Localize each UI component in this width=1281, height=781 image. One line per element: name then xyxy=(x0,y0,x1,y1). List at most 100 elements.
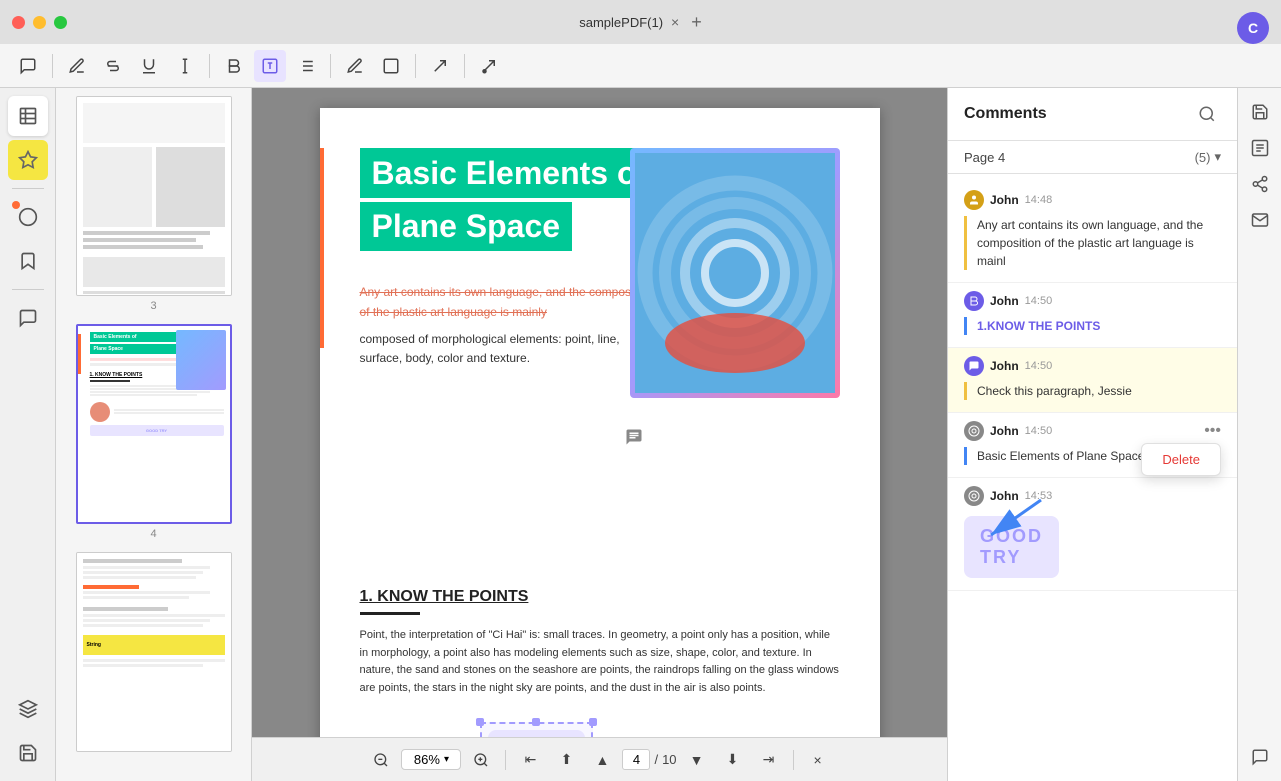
strikethrough-tool-button[interactable] xyxy=(97,50,129,82)
rectangle-tool-button[interactable] xyxy=(375,50,407,82)
expand-icon[interactable]: ▾ xyxy=(1214,149,1221,165)
comment-1-time: 14:48 xyxy=(1025,194,1053,206)
zoom-in-button[interactable] xyxy=(465,744,497,776)
text-bold-tool-button[interactable] xyxy=(218,50,250,82)
sidebar-pages-icon[interactable] xyxy=(8,96,48,136)
thumbnail-frame-3[interactable] xyxy=(76,96,232,296)
thumbnail-panel: 3 Basic Elements of Plane Space 1. KNOW … xyxy=(56,88,252,781)
underline-tool-button[interactable] xyxy=(133,50,165,82)
toolbar-separator-4 xyxy=(415,54,416,78)
nav-prev-big-button[interactable]: ⬆ xyxy=(550,744,582,776)
pdf-title-line1: Basic Elements of xyxy=(360,148,660,198)
page-current-input[interactable] xyxy=(622,749,650,770)
thumbnail-item-4[interactable]: Basic Elements of Plane Space 1. KNOW TH… xyxy=(76,324,232,540)
page-display: / 10 xyxy=(622,749,676,770)
thumbnail-frame-5[interactable]: String xyxy=(76,552,232,752)
sidebar-dot-icon[interactable] xyxy=(8,197,48,237)
toolbar-separator-5 xyxy=(464,54,465,78)
zoom-out-button[interactable] xyxy=(365,744,397,776)
comments-page-info: Page 4 (5) ▾ xyxy=(948,141,1237,174)
pdf-view: Basic Elements of Plane Space xyxy=(252,88,947,781)
tab-close-button[interactable]: × xyxy=(671,14,679,30)
bottom-toolbar: 86% ▾ ⇤ ⬆ ▲ / xyxy=(252,737,947,781)
save-doc-icon[interactable] xyxy=(1244,96,1276,128)
left-sidebar xyxy=(0,88,56,781)
comment-more-button[interactable]: ••• xyxy=(1204,422,1221,440)
comment-2-author: John xyxy=(990,294,1019,308)
comment-5-sticker: GOODTRY xyxy=(964,516,1059,578)
comment-2-time: 14:50 xyxy=(1025,295,1053,307)
nav-next-big-button[interactable]: ⬇ xyxy=(717,744,749,776)
user-avatar[interactable]: C xyxy=(1237,12,1269,44)
zoom-value-display[interactable]: 86% ▾ xyxy=(401,749,461,770)
sidebar-comment-icon[interactable] xyxy=(8,298,48,338)
right-panel: Comments Page 4 (5) ▾ xyxy=(947,88,1237,781)
sidebar-layers-icon[interactable] xyxy=(8,689,48,729)
email-icon[interactable] xyxy=(1244,204,1276,236)
sidebar-bookmark-icon[interactable] xyxy=(8,241,48,281)
arrow-tool-button[interactable] xyxy=(424,50,456,82)
comment-item-3: John 14:50 Check this paragraph, Jessie xyxy=(948,348,1237,413)
comment-3-author: John xyxy=(990,359,1019,373)
sidebar-highlight-icon[interactable] xyxy=(8,140,48,180)
pdf-hero-image xyxy=(630,148,840,398)
pdf-section1-title: 1. KNOW THE POINTS xyxy=(360,588,840,615)
pen-tool-button[interactable] xyxy=(61,50,93,82)
bottom-separator-2 xyxy=(793,750,794,770)
nav-prev-button[interactable]: ▲ xyxy=(586,744,618,776)
comment-5-author: John xyxy=(990,489,1019,503)
share-icon[interactable] xyxy=(1244,168,1276,200)
comment-1-author: John xyxy=(990,193,1019,207)
thumbnail-item-5[interactable]: String xyxy=(76,552,232,756)
comment-2-content: 1.KNOW THE POINTS xyxy=(964,317,1221,335)
chat-icon[interactable] xyxy=(1244,741,1276,773)
comments-search-button[interactable] xyxy=(1193,100,1221,128)
nav-last-button[interactable]: ⇥ xyxy=(753,744,785,776)
sidebar-divider-2 xyxy=(12,289,44,290)
comment-4-avatar xyxy=(964,421,984,441)
comment-tool-button[interactable] xyxy=(12,50,44,82)
close-window-button[interactable] xyxy=(12,16,25,29)
page-info-label: Page 4 xyxy=(964,150,1005,165)
comment-3-text: Check this paragraph, Jessie xyxy=(977,384,1132,398)
pdf-convert-icon[interactable] xyxy=(1244,132,1276,164)
page-info-count[interactable]: (5) ▾ xyxy=(1195,149,1221,165)
titlebar: samplePDF(1) × + xyxy=(0,0,1281,44)
comment-5-header: John 14:53 xyxy=(964,486,1221,506)
main-toolbar xyxy=(0,44,1281,88)
toolbar-separator xyxy=(52,54,53,78)
list-tool-button[interactable] xyxy=(290,50,322,82)
minimize-window-button[interactable] xyxy=(33,16,46,29)
nav-first-button[interactable]: ⇤ xyxy=(514,744,546,776)
comments-title: Comments xyxy=(964,105,1047,123)
thumbnail-item-3[interactable]: 3 xyxy=(76,96,232,312)
more-tools-button[interactable] xyxy=(473,50,505,82)
maximize-window-button[interactable] xyxy=(54,16,67,29)
selection-handle-tm[interactable] xyxy=(532,718,540,726)
sidebar-save-icon[interactable] xyxy=(8,733,48,773)
pdf-comment-marker xyxy=(625,428,643,451)
selection-handle-tr[interactable] xyxy=(589,718,597,726)
comment-3-time: 14:50 xyxy=(1025,360,1053,372)
comment-3-header: John 14:50 xyxy=(964,356,1221,376)
text-box-tool-button[interactable] xyxy=(254,50,286,82)
pdf-title-line2: Plane Space xyxy=(360,202,573,251)
highlight-tool-button[interactable] xyxy=(339,50,371,82)
text-cursor-tool-button[interactable] xyxy=(169,50,201,82)
delete-comment-button[interactable]: Delete xyxy=(1142,444,1220,475)
nav-next-button[interactable]: ▼ xyxy=(681,744,713,776)
tab-add-button[interactable]: + xyxy=(691,12,702,33)
thumbnail-frame-4[interactable]: Basic Elements of Plane Space 1. KNOW TH… xyxy=(76,324,232,524)
comment-item-1: John 14:48 Any art contains its own lang… xyxy=(948,182,1237,283)
comment-5-sticker-container: GOODTRY xyxy=(964,512,1221,578)
window-controls xyxy=(12,16,67,29)
comment-5-time: 14:53 xyxy=(1025,490,1053,502)
comment-2-header: John 14:50 xyxy=(964,291,1221,311)
comments-list: John 14:48 Any art contains its own lang… xyxy=(948,174,1237,781)
selection-handle-tl[interactable] xyxy=(476,718,484,726)
pdf-page: Basic Elements of Plane Space xyxy=(320,108,880,781)
close-nav-button[interactable]: × xyxy=(802,744,834,776)
toolbar-separator-3 xyxy=(330,54,331,78)
pdf-body-text-1: composed of morphological elements: poin… xyxy=(360,330,660,368)
comment-2-avatar xyxy=(964,291,984,311)
